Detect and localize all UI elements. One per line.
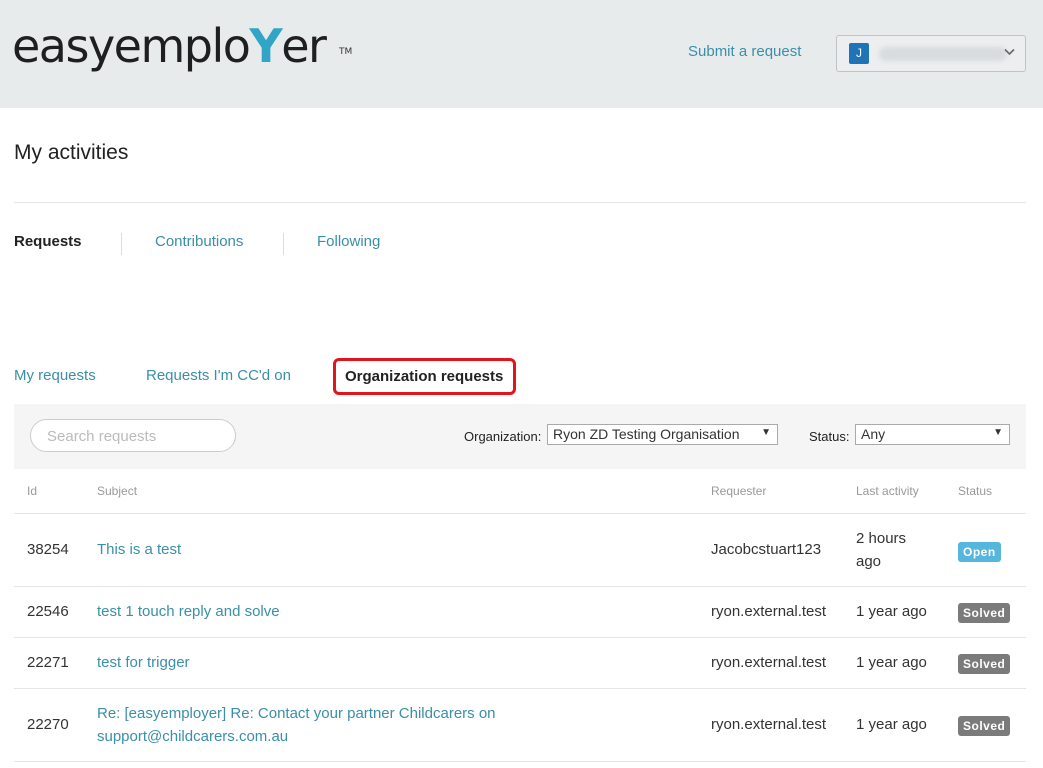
request-last-activity: 1 year ago (856, 654, 927, 671)
request-last-activity: 1 year ago (856, 603, 927, 620)
logo-text-post: er (281, 19, 327, 73)
site-header: easyemploYer TM Submit a request J (0, 0, 1043, 108)
requests-table: Id Subject Requester Last activity Statu… (14, 469, 1026, 762)
request-id: 38254 (27, 541, 69, 558)
tab-following[interactable]: Following (317, 233, 380, 250)
request-subject-link[interactable]: This is a test (97, 538, 181, 561)
request-id: 22271 (27, 654, 69, 671)
status-badge: Solved (958, 716, 1011, 736)
organization-label: Organization: (464, 429, 542, 444)
column-header-status[interactable]: Status (958, 484, 992, 498)
request-last-activity: 2 hours ago (856, 530, 907, 570)
tab-separator (121, 233, 122, 255)
blurred-user-name (879, 47, 1007, 61)
status-badge: Solved (958, 654, 1011, 674)
column-header-id[interactable]: Id (27, 484, 37, 498)
request-subject-link[interactable]: test for trigger (97, 651, 190, 674)
request-requester: Jacobcstuart123 (711, 541, 822, 558)
table-row[interactable]: 22271 test for trigger ryon.external.tes… (14, 638, 1026, 689)
status-badge: Open (958, 542, 1001, 562)
tab-my-requests[interactable]: My requests (14, 367, 96, 384)
chevron-down-icon (1004, 44, 1015, 59)
tab-requests-ccd[interactable]: Requests I'm CC'd on (146, 367, 291, 384)
request-subject-link[interactable]: Re: [easyemployer] Re: Contact your part… (97, 702, 537, 748)
column-header-subject[interactable]: Subject (97, 484, 137, 498)
request-subject-link[interactable]: test 1 touch reply and solve (97, 600, 280, 623)
column-header-last-activity[interactable]: Last activity (856, 484, 919, 498)
submit-request-link[interactable]: Submit a request (688, 43, 801, 60)
status-select-value: Any (861, 426, 886, 442)
request-requester: ryon.external.test (711, 716, 827, 733)
logo-person-mark: Y (249, 19, 282, 73)
organization-select-value: Ryon ZD Testing Organisation (553, 426, 740, 442)
dropdown-arrow-icon: ▼ (761, 427, 771, 438)
title-divider (14, 202, 1026, 203)
request-requester: ryon.external.test (711, 654, 827, 671)
filter-bar: Search requests Organization: Ryon ZD Te… (14, 404, 1026, 469)
table-row[interactable]: 22546 test 1 touch reply and solve ryon.… (14, 587, 1026, 638)
table-row[interactable]: 22270 Re: [easyemployer] Re: Contact you… (14, 689, 1026, 762)
status-badge: Solved (958, 603, 1011, 623)
table-row[interactable]: 38254 This is a test Jacobcstuart123 2 h… (14, 514, 1026, 587)
easyemployer-logo[interactable]: easyemploYer TM (12, 18, 352, 74)
organization-select[interactable]: Ryon ZD Testing Organisation ▼ (547, 424, 778, 445)
user-menu-dropdown[interactable]: J (836, 35, 1026, 72)
tab-requests[interactable]: Requests (14, 233, 82, 250)
trademark-symbol: TM (339, 47, 353, 57)
tab-organization-requests[interactable]: Organization requests (333, 358, 516, 395)
request-requester: ryon.external.test (711, 603, 827, 620)
dropdown-arrow-icon: ▼ (993, 427, 1003, 438)
request-last-activity: 1 year ago (856, 716, 927, 733)
column-header-requester[interactable]: Requester (711, 484, 766, 498)
table-header: Id Subject Requester Last activity Statu… (14, 469, 1026, 514)
user-avatar: J (849, 43, 869, 64)
tab-contributions[interactable]: Contributions (155, 233, 243, 250)
search-input[interactable]: Search requests (30, 419, 236, 452)
status-label: Status: (809, 429, 850, 444)
logo-text-pre: easyemplo (12, 19, 251, 73)
status-select[interactable]: Any ▼ (855, 424, 1010, 445)
request-id: 22546 (27, 603, 69, 620)
request-id: 22270 (27, 716, 69, 733)
tab-separator (283, 233, 284, 255)
page-title: My activities (14, 141, 129, 164)
